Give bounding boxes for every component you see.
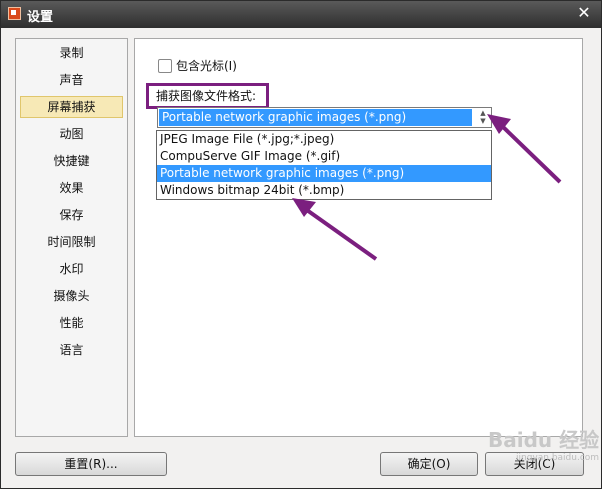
arrow-to-png-option [292, 198, 378, 261]
arrow-to-selected-format [487, 114, 562, 184]
annotation-arrows [292, 114, 562, 261]
